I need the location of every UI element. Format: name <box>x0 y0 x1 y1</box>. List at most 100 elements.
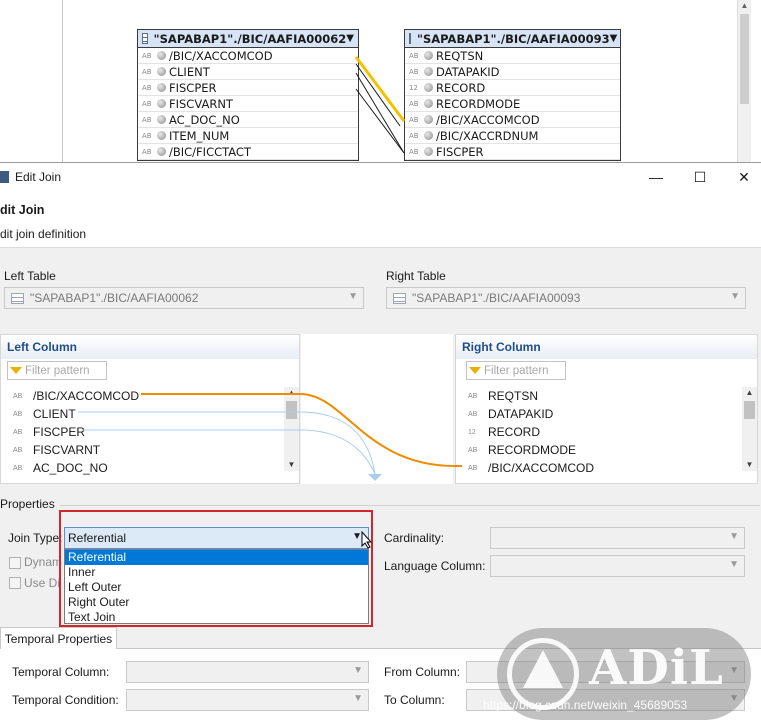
list-item[interactable]: 12 RECORD <box>456 423 594 441</box>
join-type-option[interactable]: Inner <box>65 565 368 580</box>
temporal-condition-label: Temporal Condition: <box>12 693 119 707</box>
dynamic-join-checkbox[interactable] <box>9 557 21 569</box>
column-name: /BIC/XACCOMCOD <box>488 461 595 475</box>
cardinality-select[interactable]: ▼ <box>490 527 745 549</box>
chevron-down-icon: ▼ <box>730 291 740 302</box>
cardinality-label: Cardinality: <box>384 531 445 545</box>
list-item[interactable]: AB REQTSN <box>456 387 594 405</box>
properties-label: Properties <box>0 497 55 511</box>
right-filter-input[interactable]: Filter pattern <box>466 361 566 380</box>
chevron-down-icon: ▼ <box>353 693 363 704</box>
scrollbar-thumb[interactable] <box>744 401 755 419</box>
from-column-select: ▼ <box>466 661 745 683</box>
scroll-down-icon[interactable]: ▼ <box>284 459 299 471</box>
language-column-select[interactable]: ▼ <box>490 555 745 577</box>
right-column-title: Right Column <box>456 335 757 359</box>
type-icon: 12 <box>468 428 476 436</box>
join-line[interactable] <box>355 63 401 127</box>
right-table-combo: "SAPABAP1"./BIC/AAFIA00093 ▼ <box>386 287 746 309</box>
left-column-pane[interactable]: Left Column Filter pattern AB/BIC/XACCOM… <box>0 334 300 484</box>
chevron-down-icon: ▼ <box>729 665 739 676</box>
table-icon <box>11 292 24 304</box>
use-checkbox[interactable] <box>9 577 21 589</box>
chevron-down-icon: ▼ <box>729 693 739 704</box>
from-column-label: From Column: <box>384 665 461 679</box>
left-table-label: Left Table <box>4 269 56 283</box>
scrollbar-thumb[interactable] <box>286 401 297 419</box>
right-filter-placeholder: Filter pattern <box>484 364 549 377</box>
table-icon <box>393 292 406 304</box>
column-name: FISCPER <box>33 425 86 439</box>
left-column-scrollbar[interactable]: ▲ ▼ <box>284 387 299 471</box>
chevron-down-icon[interactable]: ▼ <box>729 531 739 542</box>
maximize-button[interactable]: ☐ <box>678 163 722 191</box>
left-column-title: Left Column <box>1 335 299 359</box>
column-name: RECORDMODE <box>488 443 577 457</box>
right-table-label: Right Table <box>386 269 446 283</box>
left-filter-input[interactable]: Filter pattern <box>7 361 107 380</box>
header-title: dit Join <box>0 203 45 217</box>
filter-icon <box>10 367 22 374</box>
language-column-label: Language Column: <box>384 559 486 573</box>
join-type-option[interactable]: Left Outer <box>65 580 368 595</box>
dialog-header: dit Join dit join definition <box>0 191 761 248</box>
mouse-cursor-icon <box>361 531 373 549</box>
column-name: FISCVARNT <box>33 443 101 457</box>
mapping-area[interactable] <box>301 334 453 484</box>
type-icon: AB <box>13 428 23 436</box>
left-table-combo: "SAPABAP1"./BIC/AAFIA00062 ▼ <box>4 287 364 309</box>
app-icon <box>0 171 9 183</box>
join-type-label: Join Type: <box>8 531 63 545</box>
type-icon: AB <box>468 464 478 472</box>
dynamic-join-label: Dynam <box>24 555 63 569</box>
join-type-option[interactable]: Right Outer <box>65 595 368 610</box>
diagram-canvas[interactable]: ▲ "SAPABAP1"./BIC/AAFIA00062 ▼ AB/BIC/XA… <box>0 0 761 162</box>
filter-icon <box>469 367 481 374</box>
chevron-down-icon[interactable]: ▼ <box>729 559 739 570</box>
right-column-pane[interactable]: Right Column Filter pattern AB REQTSN AB DA… <box>455 334 758 484</box>
minimize-button[interactable]: — <box>634 163 678 191</box>
list-item[interactable]: AB/BIC/XACCOMCOD <box>1 387 139 405</box>
properties-divider <box>60 505 760 506</box>
column-name: CLIENT <box>33 407 76 421</box>
scroll-down-icon[interactable]: ▼ <box>742 459 757 471</box>
to-column-label: To Column: <box>384 693 445 707</box>
type-icon: AB <box>13 446 23 454</box>
list-item[interactable]: AB CLIENT <box>1 405 139 423</box>
column-name: /BIC/XACCOMCOD <box>33 389 140 403</box>
type-icon: AB <box>468 446 478 454</box>
tab-temporal-properties[interactable]: Temporal Properties <box>0 627 117 649</box>
column-name: AC_DOC_NO <box>33 461 108 475</box>
join-type-value: Referential <box>68 531 127 545</box>
diagram-join-lines <box>354 56 406 154</box>
list-item[interactable]: AB RECORDMODE <box>456 441 594 459</box>
list-item[interactable]: AB FISCVARNT <box>1 441 139 459</box>
type-icon: AB <box>468 410 478 418</box>
type-icon: AB <box>468 392 478 400</box>
type-icon: AB <box>13 392 23 400</box>
temporal-condition-select: ▼ <box>126 689 369 711</box>
left-table-combo-value: "SAPABAP1"./BIC/AAFIA00062 <box>30 291 199 305</box>
scroll-up-icon[interactable]: ▲ <box>742 387 757 399</box>
close-button[interactable]: ✕ <box>722 163 761 191</box>
join-type-option[interactable]: Referential <box>65 550 368 565</box>
join-line-main[interactable] <box>354 56 406 122</box>
use-label: Use Di <box>24 576 61 590</box>
column-name: REQTSN <box>488 389 539 403</box>
column-name: RECORD <box>488 425 541 439</box>
join-type-select[interactable]: Referential ▼ <box>64 527 369 549</box>
list-item[interactable]: AB AC_DOC_NO <box>1 459 139 477</box>
scroll-up-icon[interactable]: ▲ <box>284 387 299 399</box>
temporal-tab-body <box>0 648 761 724</box>
list-item[interactable]: AB FISCPER <box>1 423 139 441</box>
header-subtitle: dit join definition <box>0 227 87 241</box>
left-filter-placeholder: Filter pattern <box>25 364 90 377</box>
right-column-scrollbar[interactable]: ▲ ▼ <box>742 387 757 471</box>
to-column-select: ▼ <box>466 689 745 711</box>
temporal-column-select: ▼ <box>126 661 369 683</box>
title-bar[interactable]: Edit Join — ☐ ✕ <box>0 163 761 191</box>
list-item[interactable]: AB DATAPAKID <box>456 405 594 423</box>
join-type-dropdown-list[interactable]: Referential Inner Left Outer Right Outer Tex… <box>64 549 369 624</box>
list-item[interactable]: AB/BIC/XACCOMCOD <box>456 459 594 477</box>
join-type-option[interactable]: Text Join <box>65 610 368 625</box>
